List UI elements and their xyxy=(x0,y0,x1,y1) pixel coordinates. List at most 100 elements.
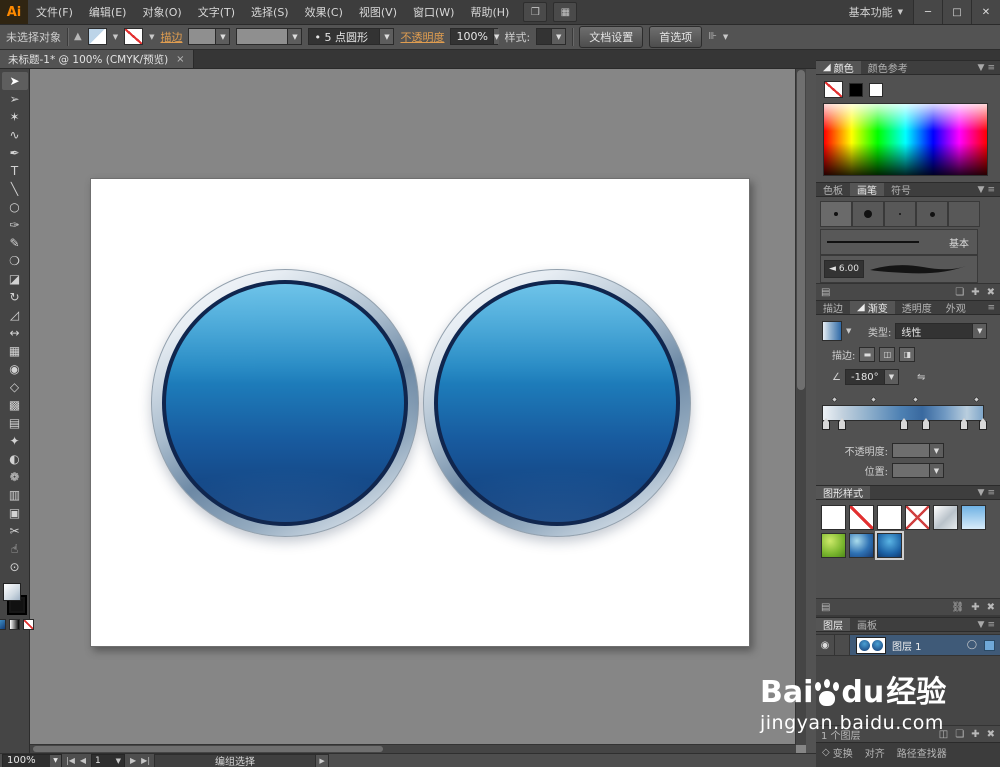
first-artboard-icon[interactable]: |◀ xyxy=(66,756,75,765)
stroke-gradient-along-icon[interactable]: ◫ xyxy=(879,347,896,362)
rotate-tool[interactable]: ↻ xyxy=(2,288,28,306)
menu-type[interactable]: 文字(T) xyxy=(190,0,243,24)
gradient-stop[interactable] xyxy=(838,418,847,430)
status-menu-icon[interactable]: ▶ xyxy=(315,753,330,767)
brush-size-field[interactable]: ◄ 6.00 xyxy=(824,260,864,278)
brush-options-icon[interactable]: ❏ xyxy=(955,287,964,298)
menu-object[interactable]: 对象(O) xyxy=(134,0,189,24)
delete-layer-icon[interactable]: ✖ xyxy=(987,729,995,740)
stroke-panel-link[interactable]: 描边 xyxy=(160,29,182,45)
chevron-down-icon[interactable]: ▼ xyxy=(723,33,728,41)
artboard[interactable] xyxy=(90,178,750,647)
gradient-stop[interactable] xyxy=(922,418,931,430)
ellipse-tool[interactable]: ○ xyxy=(2,198,28,216)
brush-item[interactable] xyxy=(916,201,948,227)
selection-indicator[interactable] xyxy=(984,639,995,651)
brush-item-calligraphic[interactable]: ◄ 6.00 xyxy=(820,255,978,283)
align-options-icon[interactable]: ⊪ xyxy=(708,31,717,42)
brush-item[interactable] xyxy=(948,201,980,227)
close-tab-icon[interactable]: × xyxy=(176,54,184,65)
gradient-tool[interactable]: ▤ xyxy=(2,414,28,432)
menu-effect[interactable]: 效果(C) xyxy=(297,0,351,24)
none-mode-icon[interactable] xyxy=(23,619,34,630)
menu-edit[interactable]: 编辑(E) xyxy=(81,0,135,24)
document-tab[interactable]: 未标题-1* @ 100% (CMYK/预览) × xyxy=(0,50,194,68)
gradient-midpoint[interactable] xyxy=(869,395,877,404)
delete-style-icon[interactable]: ✖ xyxy=(987,602,995,613)
blue-button-left[interactable] xyxy=(151,269,419,537)
lock-toggle[interactable] xyxy=(835,635,850,655)
opacity-panel-link[interactable]: 不透明度 xyxy=(400,29,444,45)
gradient-angle-dropdown[interactable]: -180° ▼ xyxy=(844,369,899,385)
tab-brushes[interactable]: 画笔 xyxy=(850,183,884,197)
style-dropdown[interactable]: ▼ xyxy=(536,28,567,45)
tab-color-guide[interactable]: 颜色参考 xyxy=(861,61,915,75)
color-spectrum[interactable] xyxy=(823,103,988,176)
column-graph-tool[interactable]: ▥ xyxy=(2,486,28,504)
gradient-stop[interactable] xyxy=(899,418,908,430)
zoom-tool[interactable]: ⊙ xyxy=(2,558,28,576)
gradient-stop[interactable] xyxy=(822,418,830,430)
style-swatch-green[interactable] xyxy=(821,533,846,558)
panel-menu-icon[interactable]: ▼ ≡ xyxy=(973,61,1000,74)
artboard-tool[interactable]: ▣ xyxy=(2,504,28,522)
panel-menu-icon[interactable]: ▼ ≡ xyxy=(973,183,1000,196)
stroke-gradient-across-icon[interactable]: ◨ xyxy=(899,347,916,362)
type-tool[interactable]: T xyxy=(2,162,28,180)
tab-layers[interactable]: 图层 xyxy=(816,618,850,632)
lasso-tool[interactable]: ∿ xyxy=(2,126,28,144)
visibility-eye-icon[interactable]: ◉ xyxy=(816,635,835,655)
gradient-position-dropdown[interactable]: ▼ xyxy=(892,463,944,478)
tab-align[interactable]: 对齐 xyxy=(859,743,891,762)
shape-builder-tool[interactable]: ◉ xyxy=(2,360,28,378)
brush-item[interactable] xyxy=(884,201,916,227)
panel-menu-icon[interactable]: ▼ ≡ xyxy=(973,486,1000,499)
magic-wand-tool[interactable]: ✶ xyxy=(2,108,28,126)
tab-symbols[interactable]: 符号 xyxy=(884,183,918,197)
fill-color-swatch[interactable] xyxy=(87,28,107,45)
brush-item-basic[interactable]: 基本 xyxy=(820,229,978,255)
width-tool[interactable]: ↔ xyxy=(2,324,28,342)
eyedropper-tool[interactable]: ✦ xyxy=(2,432,28,450)
vertical-scrollbar-thumb[interactable] xyxy=(797,70,805,390)
chevron-down-icon[interactable]: ▼ xyxy=(113,33,118,41)
style-libraries-icon[interactable]: ▤ xyxy=(821,602,830,613)
tab-transparency[interactable]: 透明度 xyxy=(895,301,939,315)
perspective-grid-tool[interactable]: ◇ xyxy=(2,378,28,396)
panel-menu-icon[interactable]: ≡ xyxy=(982,301,1000,314)
mesh-tool[interactable]: ▩ xyxy=(2,396,28,414)
brush-item[interactable] xyxy=(852,201,884,227)
gradient-opacity-dropdown[interactable]: ▼ xyxy=(892,443,944,458)
scale-tool[interactable]: ◿ xyxy=(2,306,28,324)
panel-menu-icon[interactable]: ▼ ≡ xyxy=(973,618,1000,631)
slice-tool[interactable]: ✂ xyxy=(2,522,28,540)
stroke-weight-dropdown[interactable]: ▼ xyxy=(188,28,231,45)
horizontal-scrollbar-thumb[interactable] xyxy=(33,746,383,752)
menu-file[interactable]: 文件(F) xyxy=(28,0,81,24)
workspace-switcher[interactable]: 基本功能 ▼ xyxy=(839,0,913,24)
new-brush-icon[interactable]: ✚ xyxy=(971,287,979,298)
gradient-mode-icon[interactable] xyxy=(9,619,20,630)
menu-window[interactable]: 窗口(W) xyxy=(405,0,462,24)
vertical-scrollbar[interactable] xyxy=(795,68,806,745)
reverse-gradient-icon[interactable]: ⇋ xyxy=(917,372,925,383)
gradient-stop[interactable] xyxy=(959,418,968,430)
brush-definition-dropdown[interactable]: • 5 点圆形 ▼ xyxy=(308,28,395,45)
style-swatch-sky[interactable] xyxy=(961,505,986,530)
prev-artboard-icon[interactable]: ◀ xyxy=(80,756,86,765)
next-artboard-icon[interactable]: ▶ xyxy=(130,756,136,765)
gradient-thumbnail[interactable] xyxy=(822,321,842,341)
layer-name[interactable]: 图层 1 xyxy=(892,638,922,653)
style-swatch-none[interactable] xyxy=(849,505,874,530)
style-swatch-swirl[interactable] xyxy=(849,533,874,558)
pencil-tool[interactable]: ✎ xyxy=(2,234,28,252)
status-tool-field[interactable]: 编组选择 ▶ xyxy=(154,753,330,767)
style-swatch-red-x[interactable] xyxy=(905,505,930,530)
opacity-dropdown[interactable]: 100% ▼ xyxy=(450,28,500,45)
gradient-midpoint[interactable] xyxy=(911,395,919,404)
pen-tool[interactable]: ✒ xyxy=(2,144,28,162)
direct-selection-tool[interactable]: ➢ xyxy=(2,90,28,108)
style-swatch-blue-button-selected[interactable] xyxy=(877,533,902,558)
last-artboard-icon[interactable]: ▶| xyxy=(141,756,150,765)
tab-artboards[interactable]: 画板 xyxy=(850,618,884,632)
